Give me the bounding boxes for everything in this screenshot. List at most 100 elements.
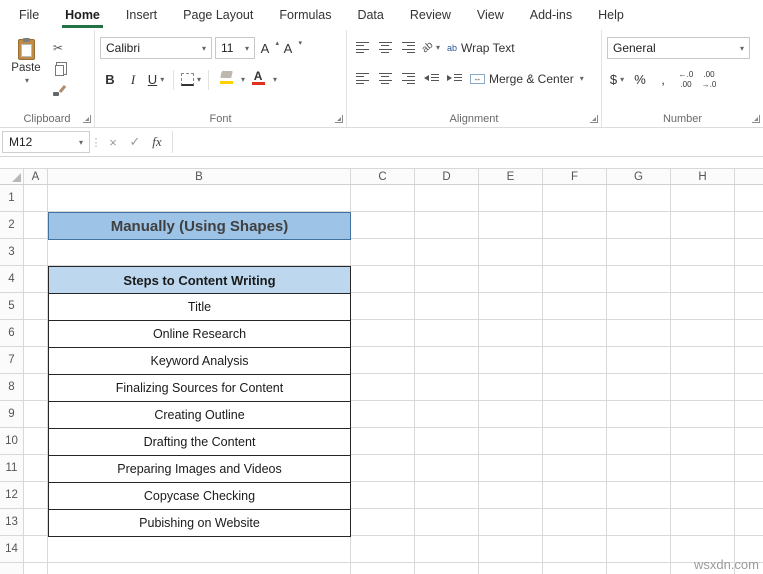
column-header-h[interactable]: H xyxy=(671,169,735,184)
align-right-button[interactable] xyxy=(398,68,418,89)
title-shape[interactable]: Manually (Using Shapes) xyxy=(48,212,351,240)
align-left-button[interactable] xyxy=(352,68,372,89)
table-row[interactable]: Copycase Checking xyxy=(49,482,350,509)
column-header-f[interactable]: F xyxy=(543,169,607,184)
tab-view[interactable]: View xyxy=(464,0,517,30)
fill-color-button[interactable] xyxy=(216,69,236,90)
chevron-down-icon: ▾ xyxy=(241,75,246,84)
tab-data[interactable]: Data xyxy=(344,0,396,30)
underline-button[interactable]: U ▾ xyxy=(146,69,166,90)
number-dialog-launcher-icon[interactable] xyxy=(752,115,760,123)
decrease-indent-button[interactable] xyxy=(421,68,441,89)
column-header-g[interactable]: G xyxy=(607,169,671,184)
bold-button[interactable]: B xyxy=(100,69,120,90)
table-row[interactable]: Drafting the Content xyxy=(49,428,350,455)
tab-home[interactable]: Home xyxy=(52,0,113,30)
row-header-14[interactable]: 14 xyxy=(0,536,23,563)
divider xyxy=(208,69,210,90)
align-center-button[interactable] xyxy=(375,68,395,89)
tab-help[interactable]: Help xyxy=(585,0,637,30)
gridline xyxy=(542,185,543,574)
bottom-align-button[interactable] xyxy=(398,37,418,58)
percent-style-button[interactable]: % xyxy=(630,69,650,90)
row-header-6[interactable]: 6 xyxy=(0,320,23,347)
select-all-corner[interactable] xyxy=(0,169,24,184)
table-row[interactable]: Preparing Images and Videos xyxy=(49,455,350,482)
decrease-indent-icon xyxy=(423,73,439,84)
table-row[interactable]: Keyword Analysis xyxy=(49,347,350,374)
row-header-4[interactable]: 4 xyxy=(0,266,23,293)
middle-align-button[interactable] xyxy=(375,37,395,58)
column-header-a[interactable]: A xyxy=(24,169,48,184)
format-painter-button[interactable] xyxy=(53,83,65,97)
tab-insert[interactable]: Insert xyxy=(113,0,170,30)
row-header-9[interactable]: 9 xyxy=(0,401,23,428)
formula-input[interactable] xyxy=(172,131,761,153)
table-row[interactable]: Creating Outline xyxy=(49,401,350,428)
name-box[interactable]: M12 ▾ xyxy=(2,131,90,153)
accounting-format-button[interactable]: $ ▾ xyxy=(607,69,627,90)
row-header-11[interactable]: 11 xyxy=(0,455,23,482)
clipboard-dialog-launcher-icon[interactable] xyxy=(83,115,91,123)
orientation-button[interactable]: ab ▾ xyxy=(420,37,441,58)
table-row[interactable]: Online Research xyxy=(49,320,350,347)
column-headers: A B C D E F G H xyxy=(0,168,763,185)
steps-table-header[interactable]: Steps to Content Writing xyxy=(49,267,350,293)
row-header-3[interactable]: 3 xyxy=(0,239,23,266)
borders-button[interactable]: ▾ xyxy=(181,69,201,90)
watermark: wsxdn.com xyxy=(693,557,759,572)
column-header-c[interactable]: C xyxy=(351,169,415,184)
top-align-button[interactable] xyxy=(352,37,372,58)
row-header-10[interactable]: 10 xyxy=(0,428,23,455)
tab-add-ins[interactable]: Add-ins xyxy=(517,0,585,30)
wrap-text-button[interactable]: ab Wrap Text xyxy=(444,37,518,58)
decrease-decimal-button[interactable]: .00 →.0 xyxy=(699,69,719,90)
font-dialog-launcher-icon[interactable] xyxy=(335,115,343,123)
tab-review[interactable]: Review xyxy=(397,0,464,30)
decrease-font-size-button[interactable]: A ▾ xyxy=(281,38,302,59)
alignment-dialog-launcher-icon[interactable] xyxy=(590,115,598,123)
table-row[interactable]: Title xyxy=(49,293,350,320)
insert-function-button[interactable]: fx xyxy=(146,134,168,150)
column-header-e[interactable]: E xyxy=(479,169,543,184)
increase-decimal-button[interactable]: ←.0 .00 xyxy=(676,69,696,90)
column-header-d[interactable]: D xyxy=(415,169,479,184)
align-right-icon xyxy=(401,73,415,84)
row-header-13[interactable]: 13 xyxy=(0,509,23,536)
table-row[interactable]: Finalizing Sources for Content xyxy=(49,374,350,401)
italic-button[interactable]: I xyxy=(123,69,143,90)
increase-indent-button[interactable] xyxy=(444,68,464,89)
font-size-combo[interactable]: 11 ▾ xyxy=(215,37,255,59)
sheet-cells[interactable]: Manually (Using Shapes) Steps to Content… xyxy=(24,185,763,574)
paste-label: Paste xyxy=(11,62,41,74)
top-align-icon xyxy=(355,42,369,53)
tab-formulas[interactable]: Formulas xyxy=(266,0,344,30)
merge-center-button[interactable]: ↔ Merge & Center ▾ xyxy=(467,68,587,89)
tab-file[interactable]: File xyxy=(6,0,52,30)
row-header-8[interactable]: 8 xyxy=(0,374,23,401)
tab-page-layout[interactable]: Page Layout xyxy=(170,0,266,30)
enter-button[interactable]: ✓ xyxy=(124,134,146,150)
row-header-2[interactable]: 2 xyxy=(0,212,23,239)
cut-button[interactable]: ✂ xyxy=(53,41,63,55)
number-format-combo[interactable]: General ▾ xyxy=(607,37,750,59)
paste-button[interactable]: Paste ▾ xyxy=(5,34,47,109)
column-header-b[interactable]: B xyxy=(48,169,351,184)
font-name-combo[interactable]: Calibri ▾ xyxy=(100,37,212,59)
cancel-button[interactable]: × xyxy=(102,135,124,150)
row-header-5[interactable]: 5 xyxy=(0,293,23,320)
row-header-7[interactable]: 7 xyxy=(0,347,23,374)
gridline xyxy=(478,185,479,574)
number-format-value: General xyxy=(613,41,656,55)
font-size-value: 11 xyxy=(221,41,234,55)
font-color-button[interactable]: A xyxy=(248,69,268,90)
row-header-12[interactable]: 12 xyxy=(0,482,23,509)
row-header-1[interactable]: 1 xyxy=(0,185,23,212)
table-row[interactable]: Pubishing on Website xyxy=(49,509,350,536)
comma-style-button[interactable]: , xyxy=(653,69,673,90)
middle-align-icon xyxy=(378,42,392,53)
drag-handle-icon[interactable]: ⋮ xyxy=(90,136,102,149)
increase-font-size-button[interactable]: A ▴ xyxy=(258,38,279,59)
copy-button[interactable] xyxy=(53,62,64,76)
font-group: Calibri ▾ 11 ▾ A ▴ A ▾ B I U ▾ ▾ ▾ A ▾ F… xyxy=(95,30,347,127)
